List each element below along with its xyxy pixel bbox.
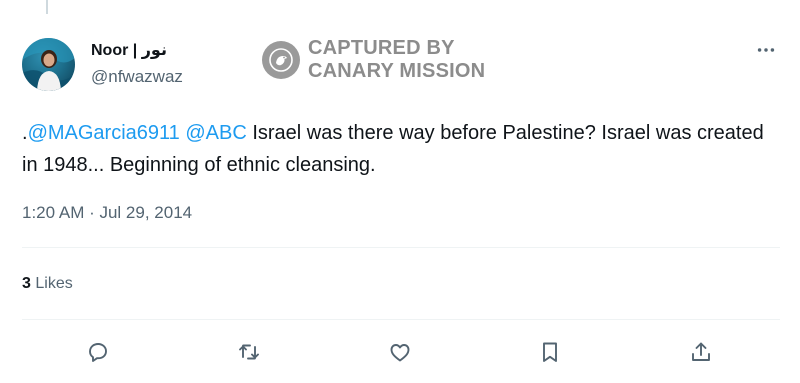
likes-count: 3 <box>22 275 31 292</box>
more-options-button[interactable] <box>752 38 780 62</box>
action-bar <box>0 338 800 366</box>
like-button[interactable] <box>386 338 414 366</box>
reply-icon <box>89 343 107 362</box>
mention-link-magarcia[interactable]: @MAGarcia6911 <box>28 122 180 144</box>
share-button[interactable] <box>687 338 715 366</box>
share-icon <box>692 342 710 361</box>
canary-logo-icon <box>262 41 300 79</box>
likes-count-link[interactable]: 3 Likes <box>22 275 73 293</box>
tweet-card: Noor | نور @nfwazwaz CAPTURED BY CANARY … <box>0 0 800 383</box>
thread-line <box>46 0 48 14</box>
watermark-line-2: CANARY MISSION <box>308 60 486 82</box>
retweet-icon <box>239 344 259 360</box>
reply-button[interactable] <box>84 338 112 366</box>
watermark-line-1: CAPTURED BY <box>308 37 455 59</box>
retweet-button[interactable] <box>235 338 263 366</box>
likes-label: Likes <box>35 275 73 292</box>
bookmark-icon <box>543 342 557 362</box>
tweet-timestamp[interactable]: 1:20 AM · Jul 29, 2014 <box>22 203 192 223</box>
mention-link-abc[interactable]: @ABC <box>185 122 246 144</box>
bookmark-button[interactable] <box>536 338 564 366</box>
avatar[interactable] <box>22 38 75 91</box>
watermark: CAPTURED BY CANARY MISSION <box>262 37 485 83</box>
divider <box>22 319 780 320</box>
author-handle[interactable]: @nfwazwaz <box>91 67 183 87</box>
author-display-name[interactable]: Noor | نور <box>91 40 167 60</box>
more-horizontal-icon <box>757 48 775 52</box>
like-icon <box>390 344 410 362</box>
tweet-text: .@MAGarcia6911 @ABC Israel was there way… <box>22 117 782 181</box>
divider <box>22 247 780 248</box>
watermark-text: CAPTURED BY CANARY MISSION <box>308 37 485 83</box>
